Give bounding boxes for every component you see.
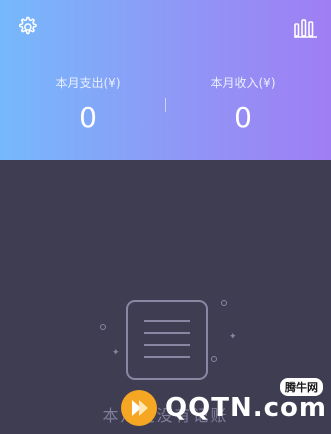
bar-chart-icon[interactable] (293, 16, 319, 38)
summary-header: 本月支出(¥) 0 本月收入(¥) 0 (0, 0, 331, 160)
sparkle-icon: ✦ (229, 332, 237, 342)
document-lines-icon (126, 300, 208, 380)
expense-value: 0 (79, 101, 97, 134)
stat-divider (165, 98, 166, 112)
watermark-text: QQTN.com (165, 393, 327, 423)
decor-dot-icon (211, 356, 217, 362)
decor-dot-icon (221, 300, 227, 306)
expense-label: 本月支出(¥) (55, 76, 121, 90)
sparkle-icon: ✦ (112, 348, 120, 358)
watermark: QQTN.com (119, 388, 327, 428)
monthly-expense[interactable]: 本月支出(¥) 0 (28, 74, 148, 134)
income-label: 本月收入(¥) (210, 76, 276, 90)
gear-icon[interactable] (14, 14, 40, 40)
monthly-income[interactable]: 本月收入(¥) 0 (183, 74, 303, 134)
decor-dot-icon (100, 324, 106, 330)
watermark-logo-icon (121, 390, 158, 426)
income-value: 0 (234, 101, 252, 134)
